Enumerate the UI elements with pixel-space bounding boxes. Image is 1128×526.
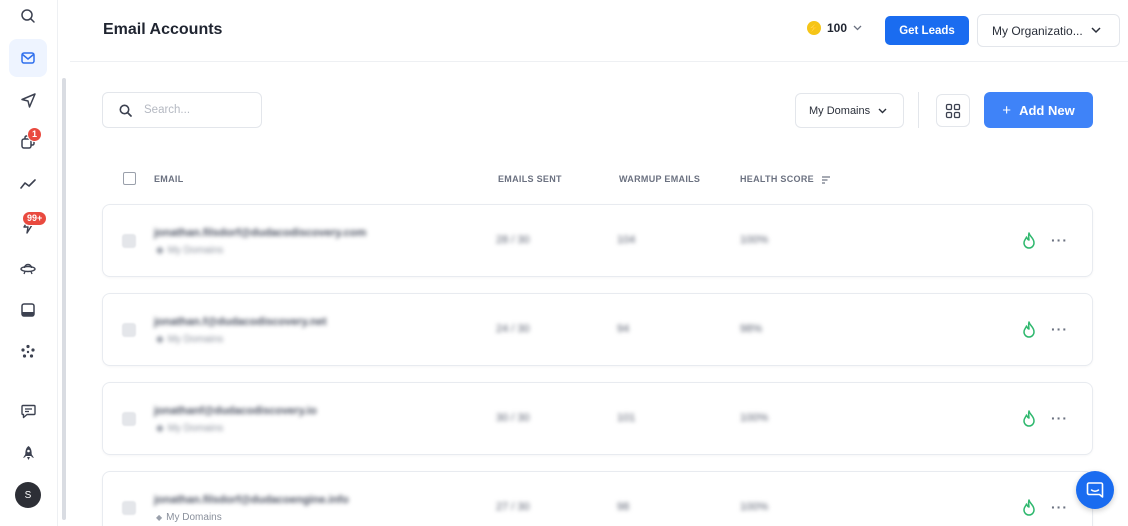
dots-cluster-icon[interactable]	[9, 333, 47, 371]
user-avatar-button[interactable]: S	[9, 476, 47, 514]
domain-filter-label: My Domains	[809, 104, 871, 117]
credits-count: 100	[827, 21, 848, 35]
mail-icon[interactable]	[9, 39, 47, 77]
grid-view-button[interactable]	[936, 94, 970, 127]
warmup-flame-icon[interactable]	[1021, 321, 1037, 339]
domain-tag-label: My Domains	[167, 245, 224, 256]
health-score-value: 100%	[740, 234, 769, 246]
domain-filter-dropdown[interactable]: My Domains	[795, 93, 904, 128]
domain-tag: ◆ My Domains	[156, 423, 223, 434]
column-email[interactable]: EMAIL	[154, 174, 184, 184]
search-input[interactable]	[144, 104, 244, 116]
more-options-icon[interactable]: ···	[1051, 232, 1068, 248]
support-chat-button[interactable]	[1076, 471, 1114, 509]
warmup-emails-value: 98	[617, 501, 630, 513]
organization-dropdown[interactable]: My Organizatio...	[977, 14, 1120, 47]
main-content: Email Accounts ⚡ 100 Get Leads My Organi…	[70, 0, 1128, 526]
toolbar-divider	[918, 92, 919, 128]
row-checkbox[interactable]	[122, 234, 136, 248]
domain-tag: ◆ My Domains	[156, 245, 223, 256]
search-box[interactable]	[102, 92, 262, 128]
domain-tag: ◆ My Domains	[156, 334, 223, 345]
warmup-emails-value: 104	[617, 234, 636, 246]
health-score-value: 98%	[740, 323, 763, 335]
select-all-checkbox[interactable]	[123, 172, 136, 185]
emails-sent-value: 28 / 30	[496, 234, 530, 246]
chevron-down-icon	[1091, 27, 1101, 34]
account-email: jonathan.filsdorf@dudacodiscovery.com	[154, 227, 367, 239]
sidebar-scrollbar[interactable]	[62, 78, 66, 520]
domain-tag-label: My Domains	[166, 512, 222, 523]
emails-sent-value: 24 / 30	[496, 323, 530, 335]
lightning-coin-icon: ⚡	[807, 21, 821, 35]
credits-dropdown[interactable]: ⚡ 100	[807, 21, 862, 35]
emails-sent-value: 30 / 30	[496, 412, 530, 424]
sidebar: 1 99+ S	[0, 0, 66, 526]
warmup-emails-value: 94	[617, 323, 630, 335]
add-new-button[interactable]: + Add New	[984, 92, 1093, 128]
account-email: jonathanf@dudacodiscovery.io	[154, 405, 317, 417]
warmup-emails-value: 101	[617, 412, 636, 424]
table-row[interactable]: jonathan.filsdorf@dudacoengine.info ◆ My …	[102, 471, 1093, 526]
row-checkbox[interactable]	[122, 323, 136, 337]
chat-bubble-icon	[1086, 482, 1104, 498]
more-options-icon[interactable]: ···	[1051, 321, 1068, 337]
tag-icon: ◆	[156, 513, 163, 522]
copy-count-badge: 1	[27, 127, 43, 142]
top-header: Email Accounts ⚡ 100 Get Leads My Organi…	[70, 0, 1128, 62]
sort-icon[interactable]	[821, 176, 831, 184]
column-health-score-label: HEALTH SCORE	[740, 174, 814, 184]
account-email: jonathan.filsdorf@dudacoengine.info	[154, 494, 349, 506]
search-icon[interactable]	[9, 0, 47, 35]
domain-tag-label: My Domains	[167, 334, 224, 345]
get-leads-button[interactable]: Get Leads	[885, 16, 969, 45]
chat-edit-icon[interactable]	[9, 392, 47, 430]
row-checkbox[interactable]	[122, 412, 136, 426]
rocket-icon[interactable]	[9, 434, 47, 472]
send-icon[interactable]	[9, 81, 47, 119]
notification-count-badge: 99+	[22, 211, 48, 226]
table-row[interactable]: jonathanf@dudacodiscovery.io ◆ My Domains…	[102, 382, 1093, 455]
ufo-icon[interactable]	[9, 249, 47, 287]
warmup-flame-icon[interactable]	[1021, 232, 1037, 250]
more-options-icon[interactable]: ···	[1051, 410, 1068, 426]
domain-tag: ◆ My Domains	[156, 512, 222, 523]
warmup-flame-icon[interactable]	[1021, 410, 1037, 428]
column-health-score[interactable]: HEALTH SCORE	[740, 174, 831, 184]
analytics-icon[interactable]	[9, 165, 47, 203]
add-new-label: Add New	[1019, 102, 1075, 118]
health-score-value: 100%	[740, 501, 769, 513]
account-email: jonathan.f@dudacodiscovery.net	[154, 316, 327, 328]
tag-icon: ◆	[156, 334, 164, 345]
row-checkbox[interactable]	[122, 501, 136, 515]
column-emails-sent[interactable]: EMAILS SENT	[498, 174, 562, 184]
tag-icon: ◆	[156, 245, 164, 256]
grid-view-icon	[945, 103, 961, 118]
inbox-icon[interactable]	[9, 291, 47, 329]
emails-sent-value: 27 / 30	[496, 501, 530, 513]
warmup-flame-icon[interactable]	[1021, 499, 1037, 517]
avatar: S	[15, 482, 41, 508]
plus-icon: +	[1002, 101, 1012, 119]
column-warmup-emails[interactable]: WARMUP EMAILS	[619, 174, 700, 184]
domain-tag-label: My Domains	[167, 423, 224, 434]
table-row[interactable]: jonathan.f@dudacodiscovery.net ◆ My Domai…	[102, 293, 1093, 366]
page-title: Email Accounts	[103, 21, 223, 38]
chevron-down-icon	[878, 108, 887, 113]
chevron-down-icon	[853, 25, 862, 31]
organization-name: My Organizatio...	[992, 23, 1083, 38]
table-row[interactable]: jonathan.filsdorf@dudacodiscovery.com ◆ M…	[102, 204, 1093, 277]
more-options-icon[interactable]: ···	[1051, 499, 1068, 515]
table-header: EMAIL EMAILS SENT WARMUP EMAILS HEALTH S…	[102, 166, 1094, 192]
health-score-value: 100%	[740, 412, 769, 424]
tag-icon: ◆	[156, 423, 164, 434]
search-icon	[119, 104, 132, 117]
